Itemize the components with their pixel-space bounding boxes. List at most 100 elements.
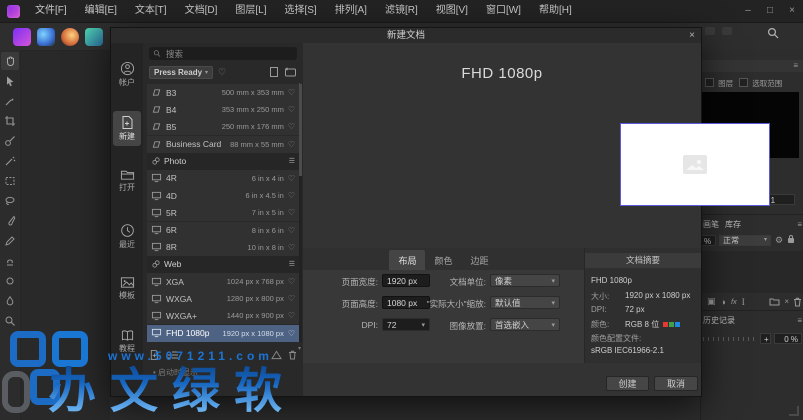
minimize-button[interactable]: – bbox=[737, 0, 759, 22]
menu-view[interactable]: 视图[V] bbox=[427, 0, 477, 22]
menu-text[interactable]: 文本[T] bbox=[126, 0, 176, 22]
scroll-down-icon[interactable]: ▾ bbox=[298, 345, 301, 352]
search-icon[interactable] bbox=[766, 26, 780, 40]
clear-icon[interactable]: × bbox=[784, 297, 789, 306]
group-folder-icon[interactable] bbox=[769, 297, 780, 306]
history-slider[interactable] bbox=[703, 335, 757, 342]
dialog-close-icon[interactable]: × bbox=[689, 28, 695, 43]
favorite-icon[interactable]: ♡ bbox=[288, 226, 295, 235]
preset-row[interactable]: 6R 8 in x 6 in ♡ bbox=[147, 221, 299, 239]
tab-history[interactable]: 历史记录 bbox=[703, 315, 735, 326]
toolbar-button[interactable] bbox=[705, 27, 715, 35]
favorite-icon[interactable]: ♡ bbox=[288, 174, 295, 183]
dodge-tool[interactable] bbox=[1, 272, 19, 290]
opacity-field[interactable]: % bbox=[701, 235, 716, 246]
close-button[interactable]: × bbox=[781, 0, 803, 22]
nav-templates[interactable]: 模板 bbox=[111, 276, 143, 301]
favorite-icon[interactable]: ♡ bbox=[288, 294, 295, 303]
maximize-button[interactable]: □ bbox=[759, 0, 781, 22]
category-menu-icon[interactable]: ☰ bbox=[289, 260, 295, 268]
blur-tool[interactable] bbox=[1, 292, 19, 310]
favorite-icon[interactable]: ♡ bbox=[288, 105, 295, 114]
menu-window[interactable]: 窗口[W] bbox=[477, 0, 530, 22]
adjustment-icon[interactable]: ◑ bbox=[721, 297, 726, 307]
edit-list-icon[interactable] bbox=[167, 350, 179, 360]
develop-persona-icon[interactable] bbox=[61, 27, 79, 46]
nav-open[interactable]: 打开 bbox=[111, 168, 143, 193]
favorite-icon[interactable]: ♡ bbox=[288, 277, 295, 286]
search-input[interactable] bbox=[164, 47, 293, 60]
nav-account[interactable]: 帐户 bbox=[111, 61, 143, 88]
preset-row[interactable]: 4R 6 in x 4 in ♡ bbox=[147, 169, 299, 187]
marquee-tool[interactable] bbox=[1, 172, 19, 190]
preset-row[interactable]: B3 500 mm x 353 mm ♡ bbox=[147, 84, 299, 101]
nav-tutorials[interactable]: 教程 bbox=[111, 329, 143, 354]
panel-menu-icon[interactable]: ≡ bbox=[797, 220, 802, 229]
tab-brushes[interactable]: 画笔 bbox=[703, 219, 719, 230]
filter-dropdown[interactable]: Press Ready ▾ bbox=[149, 65, 214, 79]
resize-grip[interactable] bbox=[789, 406, 799, 416]
history-zoom-field[interactable]: 0 % bbox=[774, 333, 802, 344]
category-menu-icon[interactable]: ☰ bbox=[289, 157, 295, 165]
tab-margins[interactable]: 边距 bbox=[462, 250, 498, 270]
tone-mapping-persona-icon[interactable] bbox=[85, 27, 103, 46]
photo-persona-icon[interactable] bbox=[13, 27, 31, 46]
move-tool[interactable] bbox=[1, 72, 19, 90]
menu-arrange[interactable]: 排列[A] bbox=[326, 0, 376, 22]
tab-layout[interactable]: 布局 bbox=[389, 250, 426, 270]
preset-search-box[interactable] bbox=[149, 47, 297, 60]
menu-file[interactable]: 文件[F] bbox=[26, 0, 76, 22]
preset-scrollbar[interactable] bbox=[299, 84, 302, 342]
menu-layer[interactable]: 图层[L] bbox=[226, 0, 275, 22]
cancel-button[interactable]: 取消 bbox=[654, 376, 698, 391]
image-placement-dropdown[interactable]: 首选嵌入 ▾ bbox=[490, 318, 560, 331]
preset-row[interactable]: 4D 6 in x 4.5 in ♡ bbox=[147, 187, 299, 205]
favorite-icon[interactable]: ♡ bbox=[288, 208, 295, 217]
units-dropdown[interactable]: 像素 ▾ bbox=[490, 274, 560, 287]
panel-menu-icon[interactable]: ≡ bbox=[793, 61, 798, 70]
mask-icon[interactable]: ▣ bbox=[707, 296, 716, 307]
favorite-icon[interactable]: ♡ bbox=[288, 140, 295, 149]
panel-menu-icon[interactable]: ≡ bbox=[797, 316, 802, 325]
pencil-tool[interactable] bbox=[1, 232, 19, 250]
warning-icon[interactable] bbox=[271, 350, 282, 360]
selection-brush-tool[interactable] bbox=[1, 132, 19, 150]
tab-stock[interactable]: 库存 bbox=[725, 219, 741, 230]
blend-options-gear-icon[interactable]: ⚙ bbox=[775, 235, 783, 246]
text-styles-icon[interactable]: I bbox=[742, 297, 745, 307]
dialog-titlebar[interactable]: 新建文档 × bbox=[111, 28, 701, 43]
lock-icon[interactable] bbox=[788, 235, 795, 243]
nav-new[interactable]: 新建 bbox=[113, 111, 141, 146]
lasso-tool[interactable] bbox=[1, 192, 19, 210]
preset-row[interactable]: B5 250 mm x 176 mm ♡ bbox=[147, 118, 299, 136]
menu-select[interactable]: 选择[S] bbox=[275, 0, 325, 22]
preset-row[interactable]: XGA 1024 px x 768 px ♡ bbox=[147, 273, 299, 291]
preset-category-header[interactable]: Photo ☰ bbox=[147, 152, 299, 170]
add-preset-icon[interactable] bbox=[149, 349, 160, 361]
landscape-orientation-icon[interactable] bbox=[284, 66, 297, 78]
crop-tool[interactable] bbox=[1, 112, 19, 130]
preset-row[interactable]: B4 353 mm x 250 mm ♡ bbox=[147, 101, 299, 119]
toolbar-button[interactable] bbox=[722, 27, 732, 35]
favorite-icon[interactable]: ♡ bbox=[288, 191, 295, 200]
preset-row[interactable]: Business Card 88 mm x 55 mm ♡ bbox=[147, 135, 299, 153]
paint-brush-tool[interactable] bbox=[1, 212, 19, 230]
preset-category-header[interactable]: Web ☰ bbox=[147, 255, 299, 273]
live-filter-icon[interactable]: fx bbox=[731, 297, 737, 306]
actual-size-zoom-dropdown[interactable]: 默认值 ▾ bbox=[490, 296, 560, 309]
portrait-orientation-icon[interactable] bbox=[269, 66, 279, 78]
blend-mode-dropdown[interactable]: 正常 ▾ bbox=[719, 235, 771, 246]
menu-filters[interactable]: 滤镜[R] bbox=[376, 0, 427, 22]
clone-stamp-tool[interactable] bbox=[1, 252, 19, 270]
preset-row[interactable]: 8R 10 in x 8 in ♡ bbox=[147, 238, 299, 256]
trash-icon[interactable] bbox=[793, 297, 802, 307]
favorite-icon[interactable]: ♡ bbox=[288, 243, 295, 252]
menu-edit[interactable]: 编辑[E] bbox=[76, 0, 126, 22]
layers-checkbox[interactable] bbox=[705, 78, 714, 87]
scrollbar-thumb[interactable] bbox=[299, 84, 302, 176]
flood-select-tool[interactable] bbox=[1, 152, 19, 170]
view-tool[interactable] bbox=[1, 52, 19, 70]
plus-button[interactable]: + bbox=[760, 333, 771, 344]
create-button[interactable]: 创建 bbox=[606, 376, 649, 391]
tab-color[interactable]: 颜色 bbox=[425, 250, 461, 270]
